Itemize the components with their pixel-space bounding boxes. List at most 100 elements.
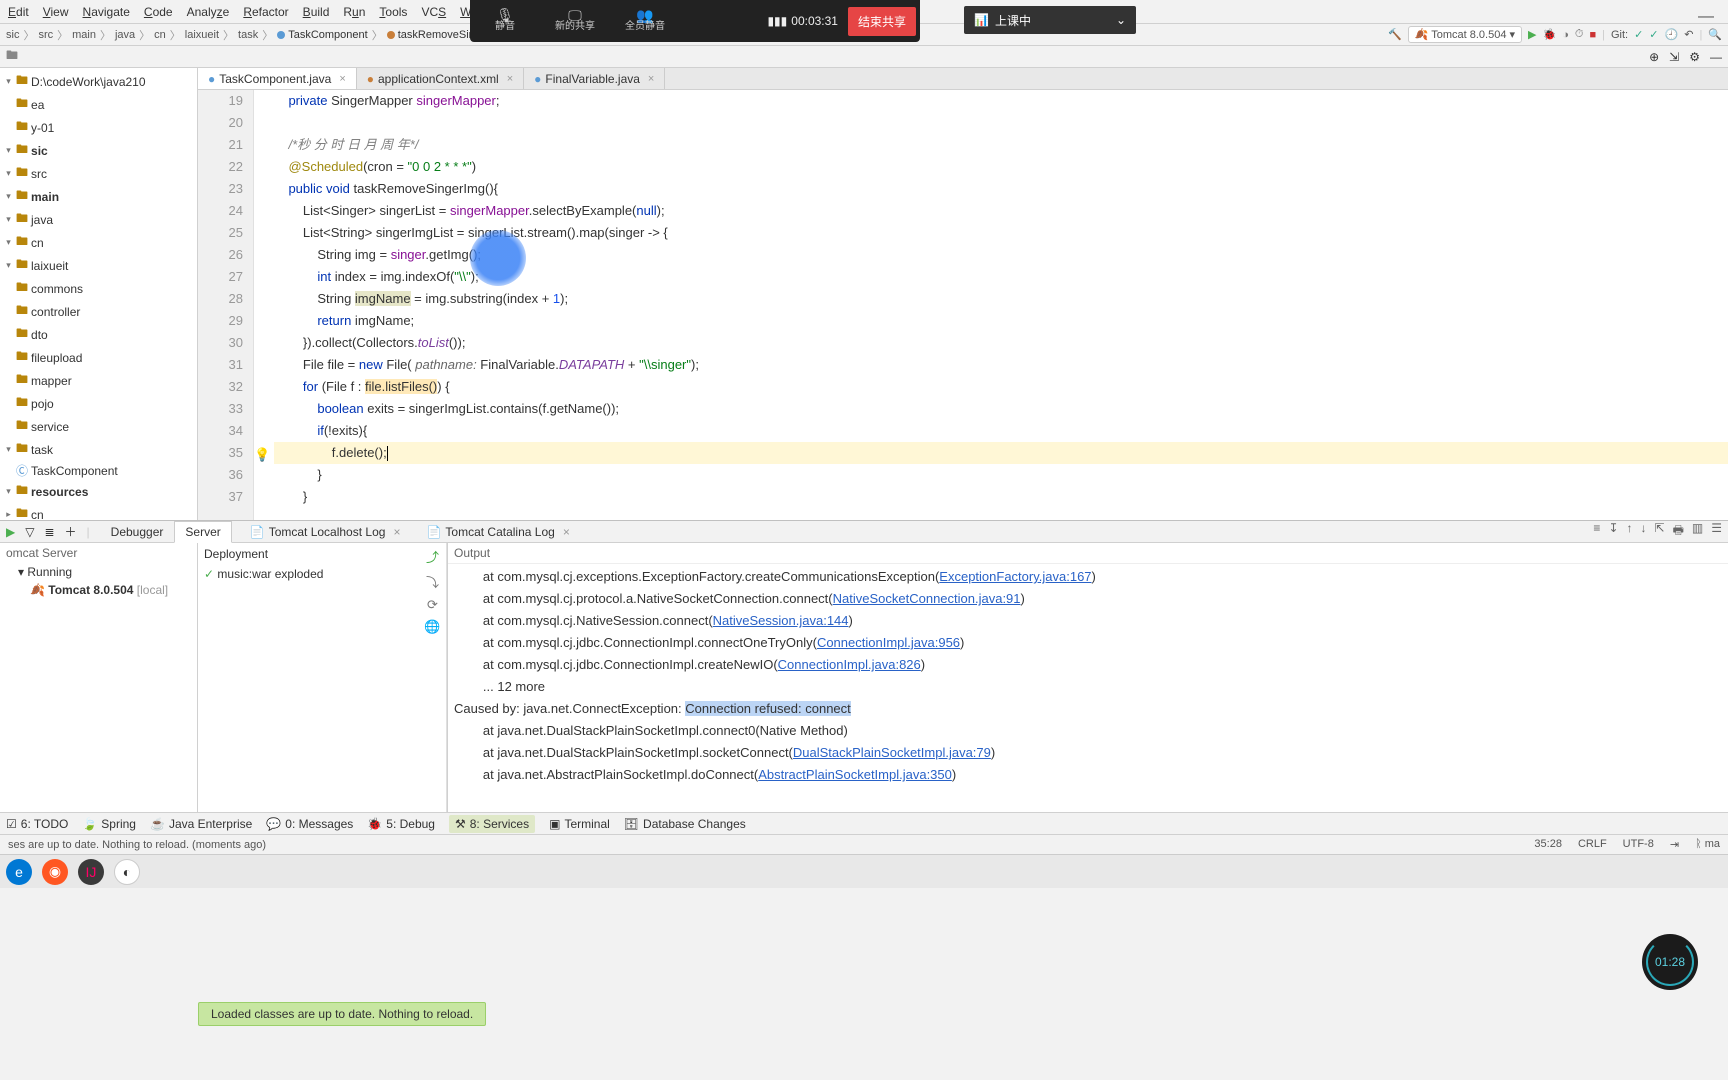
close-icon[interactable]: × [563, 525, 570, 539]
menu-vcs[interactable]: VCS [421, 5, 446, 19]
undeploy-icon[interactable]: ⤵ [426, 572, 439, 591]
mute-button[interactable]: 🎙静音 [470, 9, 540, 33]
tool-messages[interactable]: 💬 0: Messages [266, 817, 353, 831]
code-editor[interactable]: 1920212223242526272829303132333435💡3637 … [198, 90, 1728, 520]
crumb[interactable]: main [72, 29, 96, 41]
project-tree[interactable]: ▾🖿D:\codeWork\java210🖿ea🖿y-01▾🖿sic▾🖿src▾… [0, 68, 198, 520]
tree-node[interactable]: ▾🖿laixueit [0, 254, 197, 277]
taskbar-intellij[interactable]: IJ [78, 859, 104, 885]
close-icon[interactable]: × [339, 73, 345, 85]
git-revert-icon[interactable]: ↶ [1684, 28, 1693, 41]
tree-node[interactable]: ▾🖿sic [0, 139, 197, 162]
print-icon[interactable]: 🖶 [1673, 521, 1684, 542]
tree-node[interactable]: 🖿controller [0, 300, 197, 323]
up-icon[interactable]: ↑ [1627, 521, 1633, 542]
tree-node[interactable]: ▾🖿resources [0, 480, 197, 503]
tool-todo[interactable]: ☑ 6: TODO [6, 817, 68, 831]
code-content[interactable]: private SingerMapper singerMapper; /*秒 分… [254, 90, 1728, 520]
tool-services[interactable]: ⚒ 8: Services [449, 815, 535, 833]
tree-node[interactable]: ▾🖿D:\codeWork\java210 [0, 70, 197, 93]
git-update-icon[interactable]: ✓ [1634, 28, 1643, 41]
tool-spring[interactable]: 🍃 Spring [82, 817, 136, 831]
services-tree[interactable]: omcat Server ▾ Running 🍂 Tomcat 8.0.504 … [0, 543, 198, 812]
crumb[interactable]: laixueit [185, 29, 219, 41]
menu-navigate[interactable]: Navigate [83, 5, 130, 19]
debug-button[interactable]: 🐞 [1542, 28, 1556, 41]
gear-icon[interactable]: ⚙ [1689, 50, 1700, 64]
tree-node[interactable]: 🖿ea [0, 93, 197, 116]
tree-node[interactable]: 🖿commons [0, 277, 197, 300]
tree-node[interactable]: ▸🖿cn [0, 503, 197, 520]
close-icon[interactable]: × [507, 73, 513, 85]
deployment-item[interactable]: ✓ music:war exploded [204, 567, 413, 581]
tab-finalvariable[interactable]: ●FinalVariable.java× [524, 68, 665, 89]
line-separator[interactable]: CRLF [1578, 838, 1607, 851]
tree-node[interactable]: ▾🖿cn [0, 231, 197, 254]
new-share-button[interactable]: 🖵新的共享 [540, 9, 610, 33]
coverage-icon[interactable]: ◑ [1562, 29, 1569, 41]
tool-terminal[interactable]: ▣ Terminal [549, 817, 610, 831]
close-icon[interactable]: × [648, 73, 654, 85]
tab-catalina-log[interactable]: 📄Tomcat Catalina Log× [418, 525, 577, 539]
run-icon[interactable]: ▶ [6, 525, 15, 539]
mute-all-button[interactable]: 👥全员静音 [610, 9, 680, 33]
tree-node[interactable]: 🖿y-01 [0, 116, 197, 139]
search-icon[interactable]: 🔍 [1708, 28, 1722, 41]
hammer-icon[interactable]: 🔨 [1388, 28, 1402, 41]
crumb-class[interactable]: TaskComponent [277, 29, 368, 41]
tab-taskcomponent[interactable]: ●TaskComponent.java× [198, 68, 357, 89]
menu-tools[interactable]: Tools [379, 5, 407, 19]
tree-node[interactable]: ▾🖿src [0, 162, 197, 185]
tab-debugger[interactable]: Debugger [100, 521, 175, 543]
recording-badge[interactable]: 01:28 [1642, 934, 1698, 990]
services-tomcat-node[interactable]: 🍂 Tomcat 8.0.504 [local] [0, 581, 197, 599]
soft-wrap-icon[interactable]: ≡ [1593, 521, 1600, 542]
scroll-icon[interactable]: ↧ [1608, 521, 1618, 542]
git-history-icon[interactable]: 🕘 [1665, 28, 1679, 41]
services-running-node[interactable]: ▾ Running [0, 563, 197, 581]
menu-refactor[interactable]: Refactor [243, 5, 288, 19]
tab-localhost-log[interactable]: 📄Tomcat Localhost Log× [242, 525, 409, 539]
stop-share-button[interactable]: 结束共享 [848, 7, 916, 36]
tab-appcontext[interactable]: ●applicationContext.xml× [357, 68, 524, 89]
deploy-icon[interactable]: ⤴ [426, 547, 439, 566]
indent-setting[interactable]: ⇥ [1670, 838, 1679, 851]
tree-node[interactable]: 🖿dto [0, 323, 197, 346]
tool-debug[interactable]: 🐞 5: Debug [367, 817, 435, 831]
profile-icon[interactable]: ⏱ [1575, 28, 1584, 41]
tree-node[interactable]: 🖿mapper [0, 369, 197, 392]
crumb[interactable]: sic [6, 29, 19, 41]
menu-analyze[interactable]: Analyze [187, 5, 230, 19]
taskbar-app[interactable]: ◉ [42, 859, 68, 885]
crumb[interactable]: src [38, 29, 53, 41]
tree-node[interactable]: ▾🖿java [0, 208, 197, 231]
tree-node[interactable]: ▾🖿task [0, 438, 197, 461]
crumb[interactable]: java [115, 29, 135, 41]
menu-build[interactable]: Build [303, 5, 330, 19]
run-config-selector[interactable]: 🍂 Tomcat 8.0.504 ▾ [1408, 26, 1522, 43]
menu-view[interactable]: View [43, 5, 69, 19]
run-button[interactable]: ▶ [1528, 28, 1536, 41]
tool-jee[interactable]: ☕ Java Enterprise [150, 817, 252, 831]
tool-db-changes[interactable]: 🗄 Database Changes [624, 817, 746, 831]
target-icon[interactable]: ⊕ [1649, 50, 1659, 64]
class-status-pill[interactable]: 📊 上课中 ⌄ [964, 6, 1136, 34]
filter-icon[interactable]: ▽ [25, 525, 34, 539]
taskbar-chrome[interactable]: ◐ [114, 859, 140, 885]
menu-code[interactable]: Code [144, 5, 173, 19]
tab-server[interactable]: Server [174, 521, 231, 543]
crumb[interactable]: cn [154, 29, 166, 41]
browser-icon[interactable]: 🌐 [424, 619, 440, 635]
console-output[interactable]: at com.mysql.cj.exceptions.ExceptionFact… [448, 564, 1728, 812]
menu-run[interactable]: Run [343, 5, 365, 19]
add-icon[interactable]: ＋ [65, 523, 77, 540]
layout-icon[interactable]: ▥ [1692, 521, 1703, 542]
expand-icon[interactable]: ⇲ [1669, 50, 1679, 64]
window-minimize[interactable]: — [1698, 8, 1714, 26]
file-encoding[interactable]: UTF-8 [1623, 838, 1654, 851]
stop-icon[interactable]: ■ [1589, 29, 1596, 41]
tree-node[interactable]: ▾🖿main [0, 185, 197, 208]
settings-icon[interactable]: ☰ [1711, 521, 1722, 542]
git-commit-icon[interactable]: ✓ [1649, 28, 1658, 41]
down-icon[interactable]: ↓ [1641, 521, 1647, 542]
